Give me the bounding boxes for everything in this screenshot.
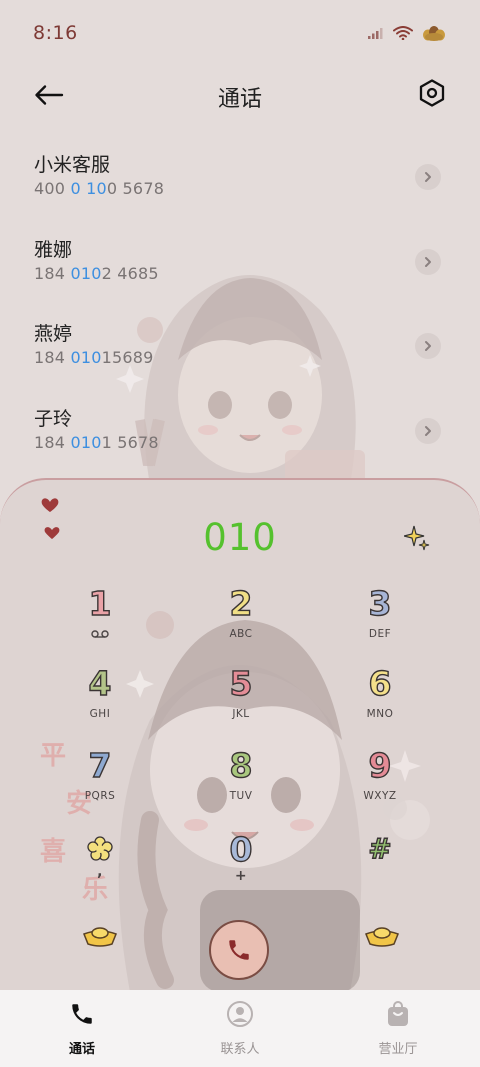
- contact-number: 184 0101 5678: [34, 432, 159, 452]
- chevron-right-icon: [425, 425, 431, 436]
- key-digit: 6: [368, 663, 392, 703]
- key-letters: +: [234, 868, 248, 884]
- shopping-bag-icon: [388, 1001, 408, 1026]
- contact-item[interactable]: 小米客服 400 0 100 5678: [0, 140, 480, 225]
- voicemail-icon: [91, 630, 109, 638]
- tab-label: 营业厅: [378, 1042, 418, 1057]
- contact-detail-button[interactable]: [415, 417, 441, 444]
- contact-item[interactable]: 子玲 184 0101 5678: [0, 394, 480, 479]
- person-icon: [227, 1001, 253, 1027]
- key-6[interactable]: 6 MNO: [340, 663, 420, 730]
- key-0[interactable]: 0 +: [201, 829, 281, 896]
- hexagon-settings-icon: [419, 79, 445, 107]
- key-letters: MNO: [366, 708, 394, 720]
- key-letters: DEF: [368, 628, 392, 640]
- tab-contacts[interactable]: 联系人: [185, 1000, 295, 1057]
- status-bar: 8:16: [0, 0, 480, 66]
- key-letters: ABC: [229, 628, 253, 640]
- chevron-right-icon: [425, 256, 431, 267]
- dialer-panel: 平 安 喜 乐 010 1 2 ABC 3 DEF 4 GHI 5 JKL 6 …: [0, 478, 480, 992]
- chevron-right-icon: [425, 172, 431, 182]
- key-digit: 8: [229, 745, 253, 785]
- contact-name: 雅娜: [34, 238, 73, 261]
- battery-icon: [423, 26, 445, 41]
- key-letters: TUV: [229, 790, 253, 802]
- status-time: 8:16: [33, 22, 78, 44]
- phone-icon: [72, 1004, 92, 1024]
- key-5[interactable]: 5 JKL: [201, 663, 281, 730]
- key-7[interactable]: 7 PQRS: [60, 745, 140, 812]
- contact-name: 燕婷: [34, 323, 73, 345]
- tab-label: 通话: [68, 1042, 95, 1057]
- contact-item[interactable]: 燕婷 184 01015689: [0, 309, 480, 394]
- key-letters: GHI: [89, 708, 111, 720]
- key-digit: 2: [229, 583, 253, 623]
- contact-number: 184 01015689: [34, 348, 154, 367]
- key-letters: PQRS: [84, 790, 116, 802]
- phone-icon: [229, 940, 249, 960]
- key-8[interactable]: 8 TUV: [201, 745, 281, 812]
- tab-service-hall[interactable]: 营业厅: [343, 1000, 453, 1057]
- tab-label: 联系人: [220, 1042, 260, 1057]
- signal-icon: [368, 28, 383, 39]
- key-digit: 3: [368, 583, 392, 623]
- contact-name: 小米客服: [34, 154, 111, 176]
- gold-ingot-icon: [83, 927, 117, 947]
- key-4[interactable]: 4 GHI: [60, 663, 140, 730]
- key-letters: ,: [97, 864, 103, 880]
- contact-number: 184 0102 4685: [34, 263, 159, 283]
- key-2[interactable]: 2 ABC: [201, 583, 281, 650]
- key-letters: JKL: [232, 708, 250, 720]
- key-digit: 4: [88, 663, 112, 703]
- dial-input[interactable]: 010: [0, 516, 480, 559]
- key-letters: WXYZ: [363, 790, 397, 802]
- key-9[interactable]: 9 WXYZ: [340, 745, 420, 812]
- contact-list: 小米客服 400 0 100 5678 雅娜 184 0102 4685 燕婷 …: [0, 140, 480, 478]
- gold-ingot-icon: [365, 927, 399, 947]
- contact-detail-button[interactable]: [415, 164, 441, 190]
- header: 通话: [0, 66, 480, 124]
- key-digit: 5: [229, 663, 253, 703]
- key-1[interactable]: 1: [60, 583, 140, 650]
- page-title: 通话: [217, 87, 262, 112]
- tab-bar: 通话 联系人 营业厅: [0, 990, 480, 1067]
- key-digit: #: [368, 831, 393, 865]
- contact-item[interactable]: 雅娜 184 0102 4685: [0, 225, 480, 310]
- contact-detail-button[interactable]: [415, 248, 441, 275]
- key-digit: 0: [229, 829, 253, 869]
- call-button[interactable]: [209, 920, 269, 980]
- key-star[interactable]: ,: [60, 830, 140, 896]
- status-icons: [368, 24, 446, 42]
- flower-star-icon: [87, 836, 113, 861]
- key-digit: 7: [88, 745, 112, 785]
- tab-calls[interactable]: 通话: [27, 1000, 137, 1057]
- wifi-icon: [393, 26, 413, 40]
- key-digit: 9: [368, 745, 392, 785]
- contact-name: 子玲: [34, 407, 73, 430]
- contact-detail-button[interactable]: [415, 333, 441, 359]
- key-3[interactable]: 3 DEF: [340, 583, 420, 650]
- contact-number: 400 0 100 5678: [34, 179, 165, 198]
- chevron-right-icon: [425, 341, 431, 351]
- settings-button[interactable]: [417, 77, 447, 109]
- key-digit: 1: [88, 583, 112, 623]
- key-hash[interactable]: #: [340, 830, 420, 896]
